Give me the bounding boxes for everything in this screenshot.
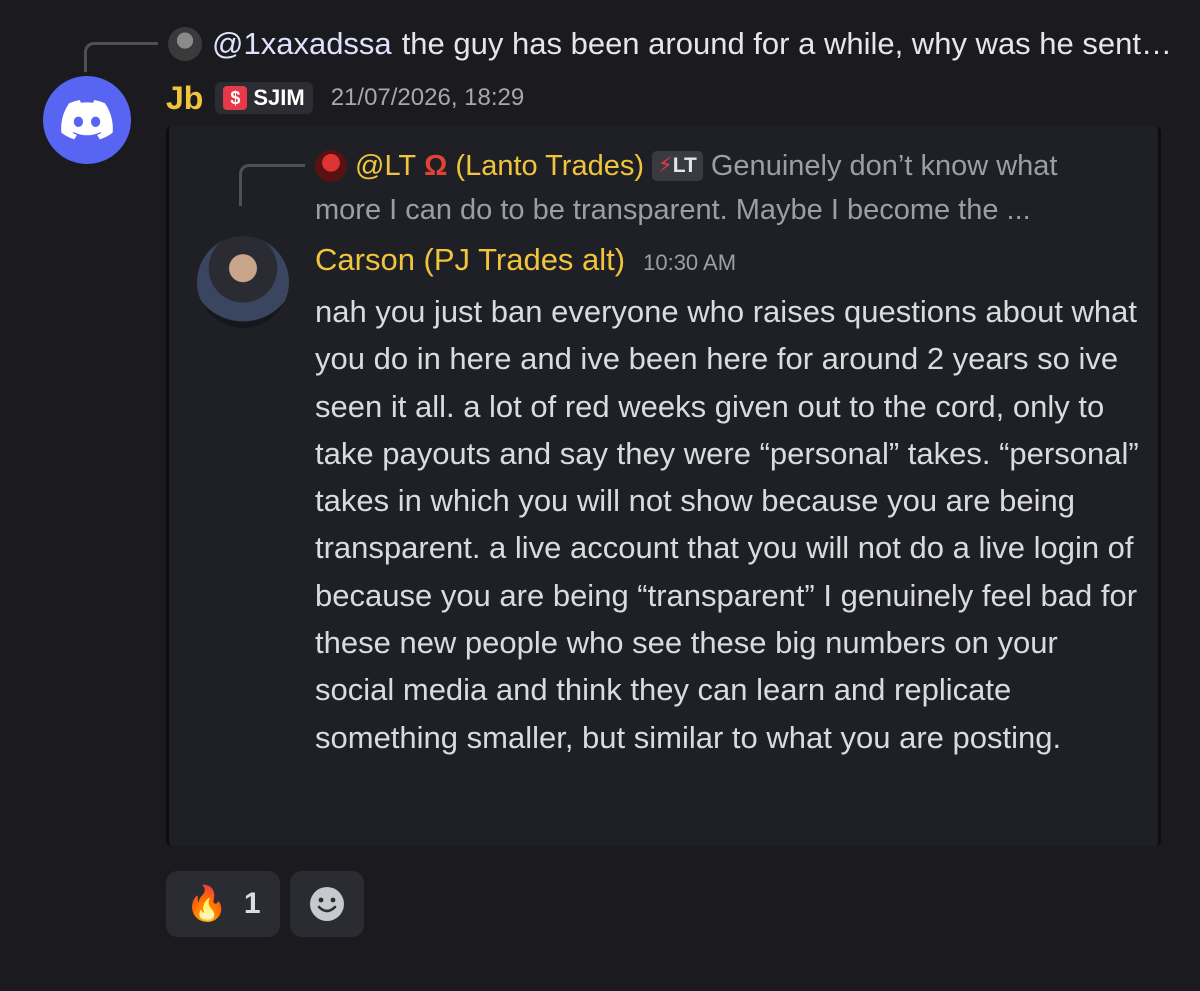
embed-reply-name: (Lanto Trades): [455, 150, 645, 182]
author-name[interactable]: Jb: [166, 80, 203, 117]
magnet-icon: Ω: [424, 150, 448, 182]
embed-timestamp: 10:30 AM: [643, 250, 737, 275]
embed-reply-preview: @LT Ω (Lanto Trades) ⚡LT Genuinely don’t…: [315, 144, 1135, 232]
embed-role-tag: ⚡LT: [652, 151, 703, 181]
reply-preview[interactable]: @1xaxadssa the guy has been around for a…: [168, 22, 1178, 66]
embed-reply-mention: @LT: [355, 150, 417, 182]
reply-text[interactable]: the guy has been around for a while, why…: [402, 26, 1178, 62]
reaction-fire[interactable]: 🔥 1: [166, 871, 280, 937]
embed-message-header: Carson (PJ Trades alt) 10:30 AM: [315, 242, 736, 278]
embed-role-tag-label: LT: [672, 154, 697, 177]
role-tag-label: SJIM: [253, 85, 305, 110]
reaction-count: 1: [243, 887, 261, 920]
embed-author-name: Carson (PJ Trades alt): [315, 242, 626, 277]
message-timestamp: 21/07/2026, 18:29: [330, 84, 525, 111]
reply-avatar[interactable]: [168, 27, 202, 61]
embedded-screenshot[interactable]: @LT Ω (Lanto Trades) ⚡LT Genuinely don’t…: [166, 126, 1161, 846]
add-reaction-button[interactable]: [290, 871, 364, 937]
role-tag[interactable]: $ SJIM: [215, 82, 313, 114]
discord-logo-icon: [61, 100, 113, 140]
dollar-icon: $: [223, 86, 248, 110]
reply-spine: [84, 42, 158, 72]
lightning-icon: ⚡: [658, 154, 673, 177]
smiley-add-icon: [310, 887, 344, 921]
embed-message-body: nah you just ban everyone who raises que…: [315, 294, 1139, 755]
embed-reply-line1: Genuinely don’t know what: [710, 150, 1058, 182]
embed-reply-avatar: [315, 150, 347, 182]
message-header: Jb $ SJIM 21/07/2026, 18:29: [166, 78, 524, 118]
reply-mention[interactable]: @1xaxadssa: [212, 26, 392, 62]
embed-author-avatar: [197, 236, 289, 328]
fire-icon: 🔥: [185, 885, 228, 923]
embed-reply-spine: [239, 164, 305, 206]
embed-reply-line2: more I can do to be transparent. Maybe I…: [315, 194, 1031, 226]
user-avatar[interactable]: [43, 76, 131, 164]
